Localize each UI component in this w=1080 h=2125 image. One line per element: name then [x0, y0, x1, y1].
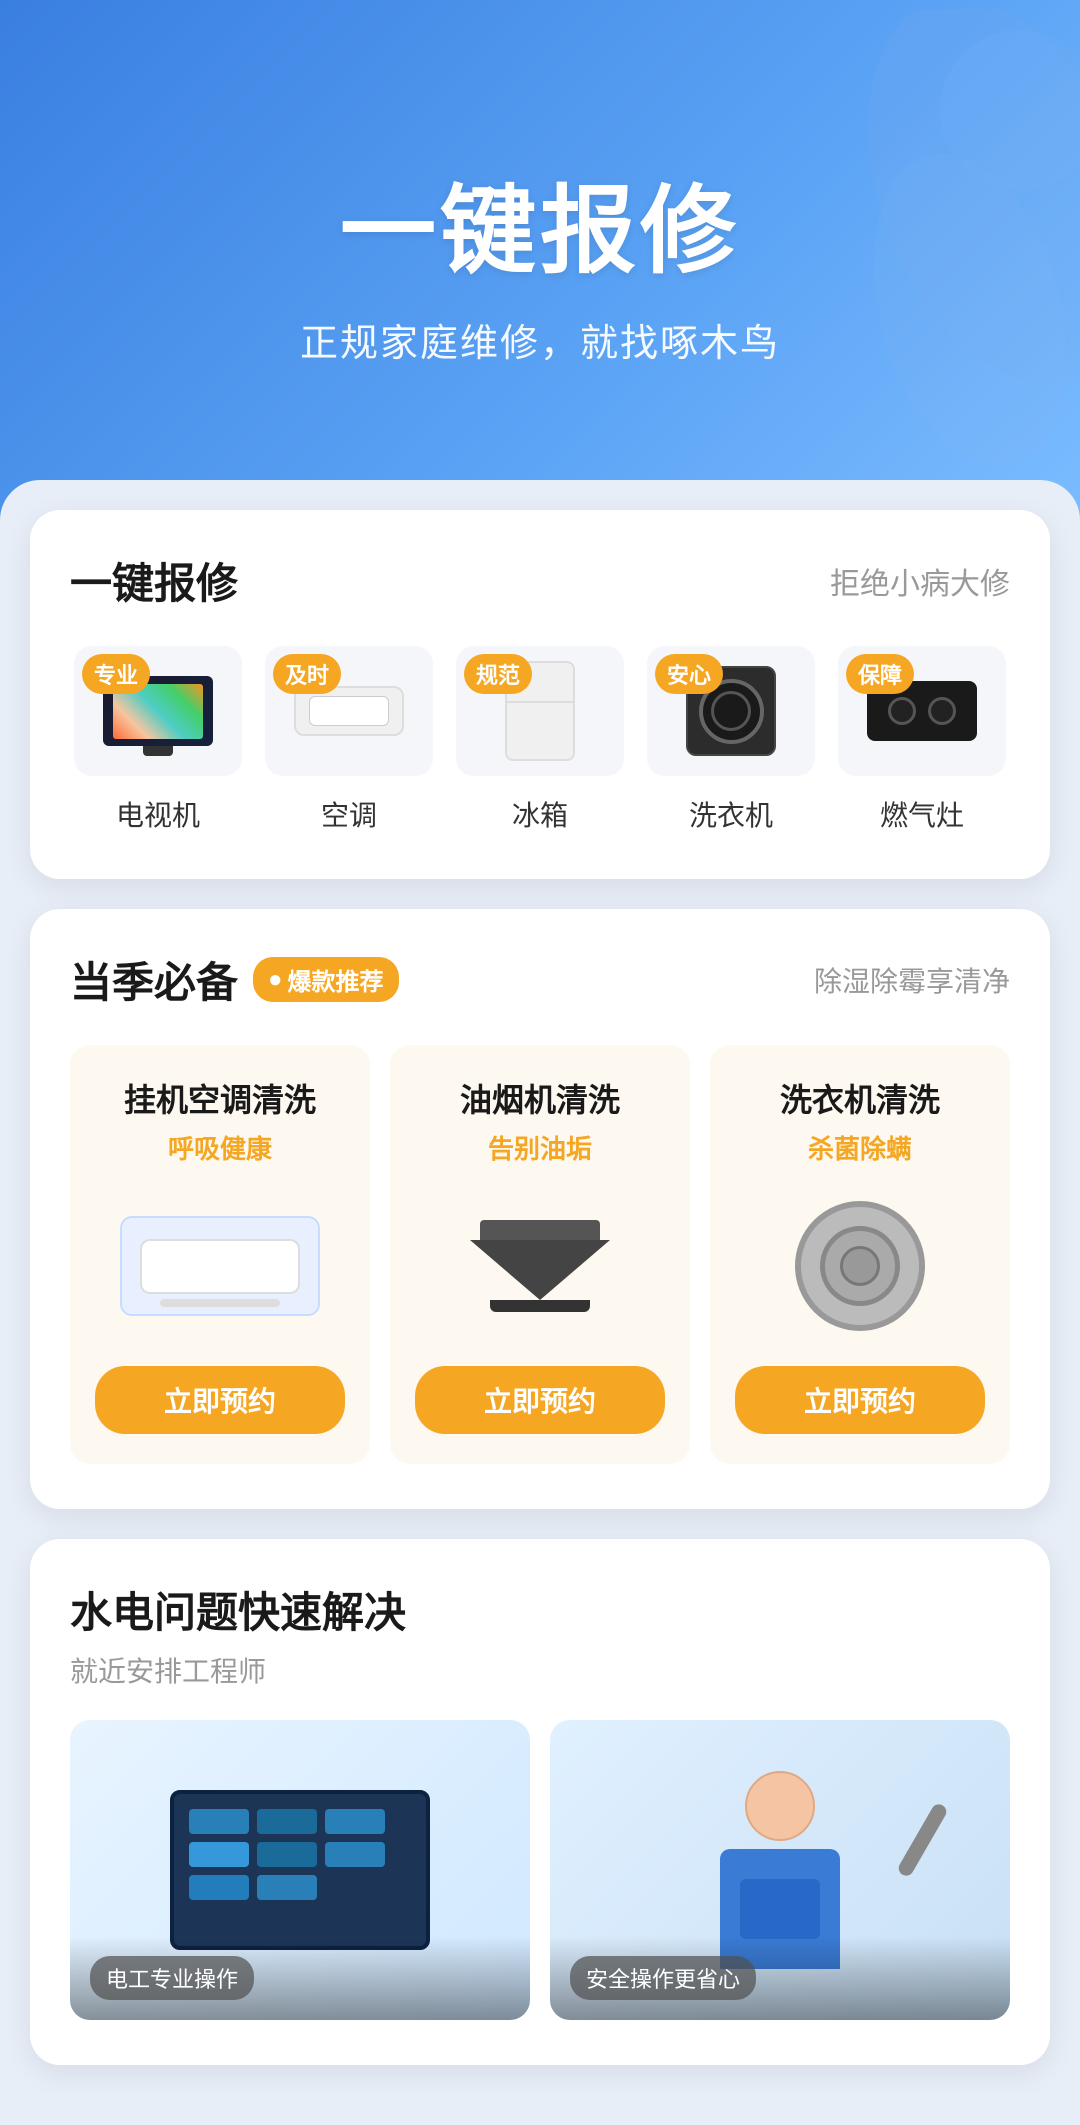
fridge-badge: 规范 — [464, 654, 532, 694]
ac-clean-img — [95, 1191, 345, 1341]
repair-card-subtitle: 拒绝小病大修 — [830, 559, 1010, 603]
washer-clean-name: 洗衣机清洗 — [780, 1075, 940, 1121]
appliance-tv[interactable]: 专业 电视机 — [70, 646, 246, 834]
circuit-box — [170, 1790, 430, 1950]
dot-icon: ● — [268, 966, 283, 994]
appliance-fridge[interactable]: 规范 冰箱 — [452, 646, 628, 834]
electrician-card[interactable]: 电工专业操作 — [70, 1720, 530, 2020]
appliance-washer[interactable]: 安心 洗衣机 — [643, 646, 819, 834]
hood-clean-img — [415, 1191, 665, 1341]
circuit-5 — [257, 1842, 317, 1867]
ac-vent — [160, 1299, 280, 1307]
hood-illustration — [470, 1220, 610, 1312]
seasonal-header: 当季必备 ● 爆款推荐 除湿除霉享清净 — [70, 949, 1010, 1010]
plumbing-badge: 安全操作更省心 — [570, 1956, 756, 2000]
seasonal-title-wrap: 当季必备 ● 爆款推荐 — [70, 949, 399, 1010]
electrician-overlay: 电工专业操作 — [70, 1936, 530, 2020]
fridge-name: 冰箱 — [512, 794, 568, 834]
appliance-fridge-img: 规范 — [456, 646, 624, 776]
circuit-2 — [257, 1809, 317, 1834]
water-elec-title: 水电问题快速解决 — [70, 1579, 1010, 1640]
tv-name: 电视机 — [116, 794, 200, 834]
appliance-stove-img: 保障 — [838, 646, 1006, 776]
hood-clean-name: 油烟机清洗 — [460, 1075, 620, 1121]
appliance-stove[interactable]: 保障 燃气灶 — [834, 646, 1010, 834]
ac-inner — [309, 696, 389, 726]
washer-name: 洗衣机 — [689, 794, 773, 834]
stove-name: 燃气灶 — [880, 794, 964, 834]
hero-title: 一键报修 — [340, 153, 740, 292]
hero-subtitle: 正规家庭维修，就找啄木鸟 — [300, 312, 780, 367]
plumbing-card[interactable]: 安全操作更省心 — [550, 1720, 1010, 2020]
ac-unit-body — [140, 1239, 300, 1294]
hood-body-shape — [470, 1240, 610, 1300]
hot-badge: ● 爆款推荐 — [253, 957, 399, 1002]
washer-clean-illustration — [795, 1201, 925, 1331]
stove-burner-left — [888, 697, 916, 725]
stove-burner-right — [928, 697, 956, 725]
elec-scene — [170, 1790, 430, 1950]
seasonal-link[interactable]: 除湿除霉享清净 — [814, 960, 1010, 1000]
washer-badge: 安心 — [655, 654, 723, 694]
fridge-bottom — [507, 703, 573, 759]
hood-top — [480, 1220, 600, 1240]
shirt-detail — [740, 1879, 820, 1939]
circuit-8 — [257, 1875, 317, 1900]
stove-badge: 保障 — [846, 654, 914, 694]
image-grid: 电工专业操作 — [70, 1720, 1010, 2020]
washer-clean-book-btn[interactable]: 立即预约 — [735, 1366, 985, 1434]
circuit-1 — [189, 1809, 249, 1834]
electrician-badge: 电工专业操作 — [90, 1956, 254, 2000]
hood-clean-book-btn[interactable]: 立即预约 — [415, 1366, 665, 1434]
service-washer-clean[interactable]: 洗衣机清洗 杀菌除螨 立即预约 — [710, 1045, 1010, 1464]
ac-clean-illustration — [120, 1216, 320, 1316]
hot-badge-text: 爆款推荐 — [288, 962, 384, 997]
plumbing-overlay: 安全操作更省心 — [550, 1936, 1010, 2020]
ac-badge: 及时 — [273, 654, 341, 694]
water-elec-section: 水电问题快速解决 就近安排工程师 — [30, 1539, 1050, 2065]
washer-drum-outer — [820, 1226, 900, 1306]
ac-clean-name: 挂机空调清洗 — [124, 1075, 316, 1121]
tv-stand — [143, 746, 173, 756]
tv-badge: 专业 — [82, 654, 150, 694]
washer-clean-img — [735, 1191, 985, 1341]
washer-inner — [711, 691, 751, 731]
repair-card-title: 一键报修 — [70, 550, 238, 611]
appliance-ac[interactable]: 及时 空调 — [261, 646, 437, 834]
appliance-tv-img: 专业 — [74, 646, 242, 776]
service-ac-clean[interactable]: 挂机空调清洗 呼吸健康 立即预约 — [70, 1045, 370, 1464]
appliance-washer-img: 安心 — [647, 646, 815, 776]
service-grid: 挂机空调清洗 呼吸健康 立即预约 油烟机清洗 告别油垢 — [70, 1045, 1010, 1464]
ac-clean-desc: 呼吸健康 — [168, 1129, 272, 1166]
main-content: 一键报修 拒绝小病大修 专业 电视机 及时 — [0, 480, 1080, 2125]
appliance-ac-img: 及时 — [265, 646, 433, 776]
washer-clean-desc: 杀菌除螨 — [808, 1129, 912, 1166]
water-elec-subtitle: 就近安排工程师 — [70, 1650, 1010, 1690]
circuit-6 — [325, 1842, 385, 1867]
circuit-4 — [189, 1842, 249, 1867]
ac-name: 空调 — [321, 794, 377, 834]
person-head — [745, 1771, 815, 1841]
seasonal-section: 当季必备 ● 爆款推荐 除湿除霉享清净 挂机空调清洗 呼吸健康 — [30, 909, 1050, 1509]
seasonal-title: 当季必备 — [70, 949, 238, 1010]
card-header: 一键报修 拒绝小病大修 — [70, 550, 1010, 611]
hero-section: 一键报修 正规家庭维修，就找啄木鸟 — [0, 0, 1080, 520]
repair-card: 一键报修 拒绝小病大修 专业 电视机 及时 — [30, 510, 1050, 879]
tool-wrench — [896, 1802, 949, 1879]
appliance-grid: 专业 电视机 及时 空调 — [70, 646, 1010, 834]
service-hood-clean[interactable]: 油烟机清洗 告别油垢 立即预约 — [390, 1045, 690, 1464]
hood-bottom — [490, 1300, 590, 1312]
washer-drum-inner — [840, 1246, 880, 1286]
ac-clean-book-btn[interactable]: 立即预约 — [95, 1366, 345, 1434]
hood-clean-desc: 告别油垢 — [488, 1129, 592, 1166]
circuit-3 — [325, 1809, 385, 1834]
circuit-7 — [189, 1875, 249, 1900]
